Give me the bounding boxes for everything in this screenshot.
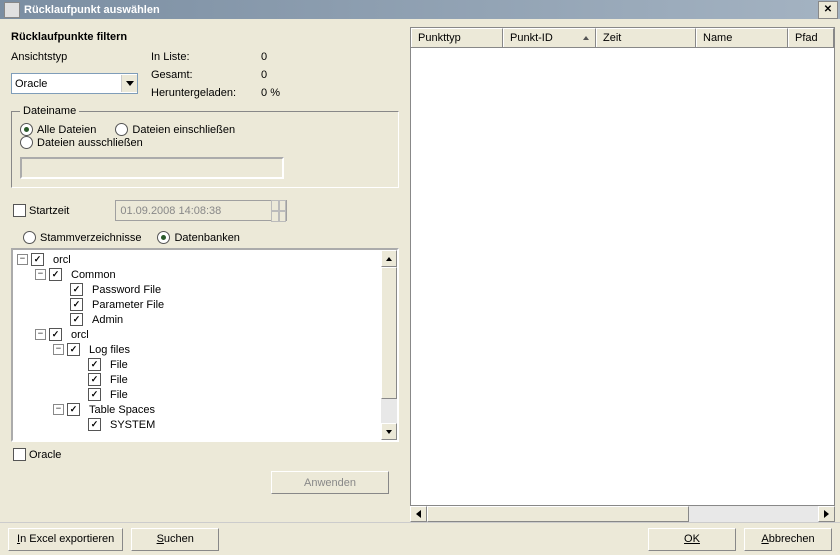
th-type[interactable]: Punkttyp [411, 28, 503, 47]
export-excel-button[interactable]: In Excel exportieren [8, 528, 123, 551]
scroll-left-icon[interactable] [410, 506, 427, 522]
in-list-label: In Liste: [151, 51, 236, 63]
tree-view[interactable]: −orcl −Common Password File Parameter Fi… [11, 248, 399, 442]
view-type-combo[interactable]: Oracle [11, 73, 138, 94]
scroll-up-icon[interactable] [381, 250, 397, 267]
radio-include-files[interactable]: Dateien einschließen [115, 123, 235, 136]
table-header: Punkttyp Punkt-ID Zeit Name Pfad [410, 27, 835, 48]
filter-title: Rücklaufpunkte filtern [5, 27, 405, 51]
tree-item[interactable]: orcl [71, 329, 89, 341]
app-icon [4, 2, 20, 18]
tree-item[interactable]: Parameter File [92, 299, 164, 311]
tree-checkbox[interactable] [49, 328, 65, 341]
window-title: Rücklaufpunkt auswählen [24, 4, 818, 16]
tree-item[interactable]: Password File [92, 284, 161, 296]
table-body[interactable] [410, 48, 835, 506]
th-time[interactable]: Zeit [596, 28, 696, 47]
scroll-thumb[interactable] [381, 267, 397, 399]
tree-checkbox[interactable] [70, 313, 86, 326]
tree-item[interactable]: Admin [92, 314, 123, 326]
tree-item[interactable]: Log files [89, 344, 130, 356]
expand-icon[interactable]: − [35, 329, 46, 340]
expand-icon[interactable]: − [53, 344, 64, 355]
tree-checkbox[interactable] [67, 343, 83, 356]
tree-item[interactable]: orcl [53, 254, 71, 266]
tree-checkbox[interactable] [88, 388, 104, 401]
tree-item[interactable]: Common [71, 269, 116, 281]
tree-checkbox[interactable] [67, 403, 83, 416]
tree-checkbox[interactable] [49, 268, 65, 281]
close-button[interactable]: ✕ [818, 1, 838, 19]
spin-up-icon[interactable] [271, 200, 286, 211]
expand-icon[interactable]: − [17, 254, 28, 265]
spin-down-icon[interactable] [271, 211, 286, 222]
tree-checkbox[interactable] [70, 283, 86, 296]
tree-item[interactable]: File [110, 389, 128, 401]
total-value: 0 [246, 69, 280, 81]
view-type-label: Ansichtstyp [11, 51, 151, 73]
tree-checkbox[interactable] [31, 253, 47, 266]
oracle-checkbox[interactable]: Oracle [13, 448, 61, 461]
view-type-value: Oracle [12, 78, 121, 90]
th-id[interactable]: Punkt-ID [503, 28, 596, 47]
radio-databases[interactable]: Datenbanken [157, 231, 239, 244]
tree-item[interactable]: File [110, 374, 128, 386]
radio-root-dirs[interactable]: Stammverzeichnisse [23, 231, 141, 244]
apply-button[interactable]: Anwenden [271, 471, 389, 494]
radio-exclude-files[interactable]: Dateien ausschließen [20, 136, 143, 149]
expand-icon[interactable]: − [53, 404, 64, 415]
tree-item[interactable]: SYSTEM [110, 419, 155, 431]
scroll-thumb[interactable] [427, 506, 689, 522]
tree-checkbox[interactable] [88, 373, 104, 386]
filename-group: Dateiname Alle Dateien Dateien einschlie… [11, 105, 399, 188]
in-list-value: 0 [246, 51, 280, 63]
chevron-down-icon[interactable] [121, 75, 137, 92]
filename-legend: Dateiname [20, 105, 79, 117]
cancel-button[interactable]: Abbrechen [744, 528, 832, 551]
tree-item[interactable]: File [110, 359, 128, 371]
start-time-checkbox[interactable]: Startzeit [13, 204, 69, 217]
tree-checkbox[interactable] [88, 358, 104, 371]
scroll-down-icon[interactable] [381, 423, 397, 440]
tree-item[interactable]: Table Spaces [89, 404, 155, 416]
start-time-picker[interactable]: 01.09.2008 14:08:38 [115, 200, 287, 221]
filename-input[interactable] [20, 157, 284, 179]
start-time-value: 01.09.2008 14:08:38 [116, 205, 271, 217]
ok-button[interactable]: OK [648, 528, 736, 551]
tree-scrollbar[interactable] [381, 250, 397, 440]
total-label: Gesamt: [151, 69, 236, 81]
th-path[interactable]: Pfad [788, 28, 834, 47]
tree-checkbox[interactable] [70, 298, 86, 311]
tree-checkbox[interactable] [88, 418, 104, 431]
th-name[interactable]: Name [696, 28, 788, 47]
search-button[interactable]: Suchen [131, 528, 219, 551]
downloaded-value: 0 % [246, 87, 280, 99]
scroll-right-icon[interactable] [818, 506, 835, 522]
title-bar: Rücklaufpunkt auswählen ✕ [0, 0, 840, 19]
table-h-scrollbar[interactable] [410, 506, 835, 522]
expand-icon[interactable]: − [35, 269, 46, 280]
radio-all-files[interactable]: Alle Dateien [20, 123, 96, 136]
downloaded-label: Heruntergeladen: [151, 87, 236, 99]
